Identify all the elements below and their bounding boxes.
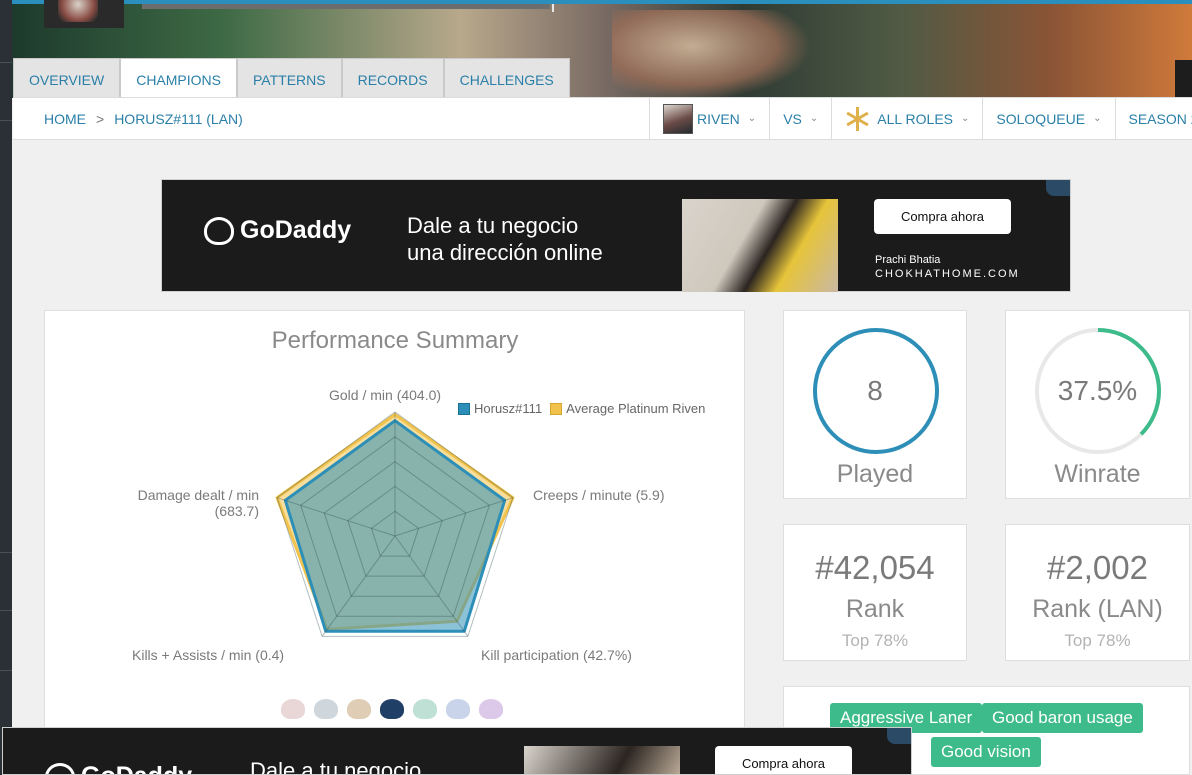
- banner-nameplate-bar: [142, 4, 550, 9]
- tab-patterns[interactable]: PATTERNS: [237, 58, 342, 98]
- ad-person-name: Prachi Bhatia: [875, 254, 941, 266]
- chevron-down-icon: ⌄: [747, 113, 757, 124]
- emerald-medal-icon[interactable]: [413, 699, 437, 719]
- silver-medal-icon[interactable]: [314, 699, 338, 719]
- champion-portrait: [663, 104, 693, 134]
- season-filter-label: SEASON 2025: [1128, 111, 1192, 127]
- radar-chart: [275, 411, 515, 637]
- banner-art: [612, 10, 812, 98]
- vs-filter-label: VS: [783, 111, 802, 127]
- sticky-bottom-ad[interactable]: GoDaddy Dale a tu negocio Compra ahora: [2, 727, 912, 775]
- ad-choices-icon[interactable]: [1046, 180, 1070, 196]
- strip-divider: [0, 670, 12, 671]
- all-roles-icon: [845, 107, 869, 131]
- rank-medals: [281, 699, 512, 719]
- platinum-medal-icon[interactable]: [380, 699, 404, 719]
- strip-divider: [0, 610, 12, 611]
- played-stat-card: 8 Played: [783, 310, 967, 499]
- strip-divider: [0, 120, 12, 121]
- played-label: Played: [836, 460, 914, 488]
- rank-lan-value: #2,002: [1047, 549, 1148, 586]
- godaddy-logo-icon: [45, 762, 75, 774]
- left-sidebar-strip: [0, 0, 12, 775]
- banner-side-button[interactable]: [1175, 60, 1192, 98]
- champion-filter-label: RIVEN: [697, 111, 740, 127]
- ad-photo: [682, 199, 838, 292]
- axis-label-creeps: Creeps / minute (5.9): [533, 487, 665, 503]
- legend-label-player: Horusz#111: [474, 401, 543, 416]
- tab-challenges[interactable]: CHALLENGES: [443, 58, 570, 98]
- rank-lan-label: Rank (LAN): [1032, 595, 1163, 623]
- axis-label-kills-assists: Kills + Assists / min (0.4): [132, 647, 285, 663]
- role-filter[interactable]: ALL ROLES ⌄: [831, 98, 982, 140]
- ad-cta-button[interactable]: Compra ahora: [874, 199, 1011, 234]
- chevron-down-icon: ⌄: [1093, 113, 1102, 124]
- chevron-down-icon: ⌄: [961, 113, 970, 124]
- ad-logo: GoDaddy: [204, 216, 351, 245]
- season-filter[interactable]: SEASON 2025: [1114, 98, 1192, 140]
- strip-divider: [0, 62, 12, 63]
- bottom-ad-photo: [524, 746, 680, 774]
- diamond-medal-icon[interactable]: [446, 699, 470, 719]
- strip-divider: [0, 552, 12, 553]
- gold-medal-icon[interactable]: [347, 699, 371, 719]
- axis-label-gold: Gold / min (404.0): [329, 387, 442, 403]
- rank-lan-percentile: Top 78%: [1064, 631, 1131, 650]
- vs-filter[interactable]: VS ⌄: [769, 98, 831, 140]
- breadcrumb-home[interactable]: HOME: [44, 111, 86, 127]
- axis-label-kill-participation: Kill participation (42.7%): [481, 647, 632, 663]
- rank-value: #42,054: [815, 549, 935, 586]
- queue-filter-label: SOLOQUEUE: [996, 111, 1086, 127]
- tab-champions[interactable]: CHAMPIONS: [120, 58, 237, 98]
- iron-medal-icon[interactable]: [281, 699, 305, 719]
- advertisement-banner[interactable]: GoDaddy Dale a tu negocio una dirección …: [161, 179, 1071, 292]
- breadcrumb: HOME > HORUSZ#111 (LAN): [44, 98, 243, 140]
- legend-swatch-average[interactable]: [550, 402, 563, 415]
- master-medal-icon[interactable]: [479, 699, 503, 719]
- godaddy-logo-icon: [204, 216, 234, 245]
- winrate-value: 37.5%: [1057, 375, 1138, 406]
- queue-filter[interactable]: SOLOQUEUE ⌄: [982, 98, 1114, 140]
- bottom-ad-logo: GoDaddy: [45, 762, 192, 774]
- rank-stat-card: #42,054 Rank Top 78%: [783, 524, 967, 661]
- ad-site: CHOKHATHOME.COM: [875, 268, 1020, 280]
- rank-lan-stat-card: #2,002 Rank (LAN) Top 78%: [1005, 524, 1190, 661]
- played-value: 8: [867, 375, 883, 406]
- champion-filter[interactable]: RIVEN ⌄: [649, 98, 769, 140]
- tag-good-vision[interactable]: Good vision: [931, 737, 1041, 767]
- banner-nameplate-marker: [552, 4, 554, 12]
- profile-tabs: OVERVIEW CHAMPIONS PATTERNS RECORDS CHAL…: [13, 58, 570, 98]
- winrate-stat-card: 37.5% Winrate: [1005, 310, 1190, 499]
- filter-bar: RIVEN ⌄ VS ⌄ ALL ROLES ⌄ SOLOQUEUE ⌄ SEA…: [649, 98, 1192, 140]
- bottom-ad-cta-button[interactable]: Compra ahora: [715, 746, 852, 774]
- legend-swatch-player[interactable]: [458, 402, 470, 415]
- winrate-label: Winrate: [1054, 460, 1141, 488]
- rank-percentile: Top 78%: [841, 631, 909, 650]
- rank-label: Rank: [845, 595, 905, 623]
- tab-records[interactable]: RECORDS: [341, 58, 444, 98]
- tag-good-baron-usage[interactable]: Good baron usage: [982, 703, 1143, 733]
- axis-label-damage: Damage dealt / min (683.7): [137, 487, 259, 519]
- chart-legend: Horusz#111 Average Platinum Riven: [458, 401, 705, 416]
- chevron-down-icon: ⌄: [809, 113, 819, 124]
- legend-label-average: Average Platinum Riven: [566, 401, 706, 416]
- ad-choices-icon[interactable]: [887, 728, 911, 744]
- breadcrumb-separator: >: [96, 111, 105, 127]
- bottom-ad-message: Dale a tu negocio: [250, 758, 422, 775]
- tab-overview[interactable]: OVERVIEW: [13, 58, 121, 98]
- profile-avatar[interactable]: [44, 0, 124, 28]
- performance-summary-card: Performance Summary Horusz#111 Average P…: [44, 310, 745, 730]
- breadcrumb-player[interactable]: HORUSZ#111 (LAN): [114, 111, 243, 127]
- role-filter-label: ALL ROLES: [877, 111, 954, 127]
- sub-navigation: HOME > HORUSZ#111 (LAN) RIVEN ⌄ VS ⌄ ALL R…: [13, 97, 1192, 140]
- ad-message: Dale a tu negocio una dirección online: [407, 213, 603, 265]
